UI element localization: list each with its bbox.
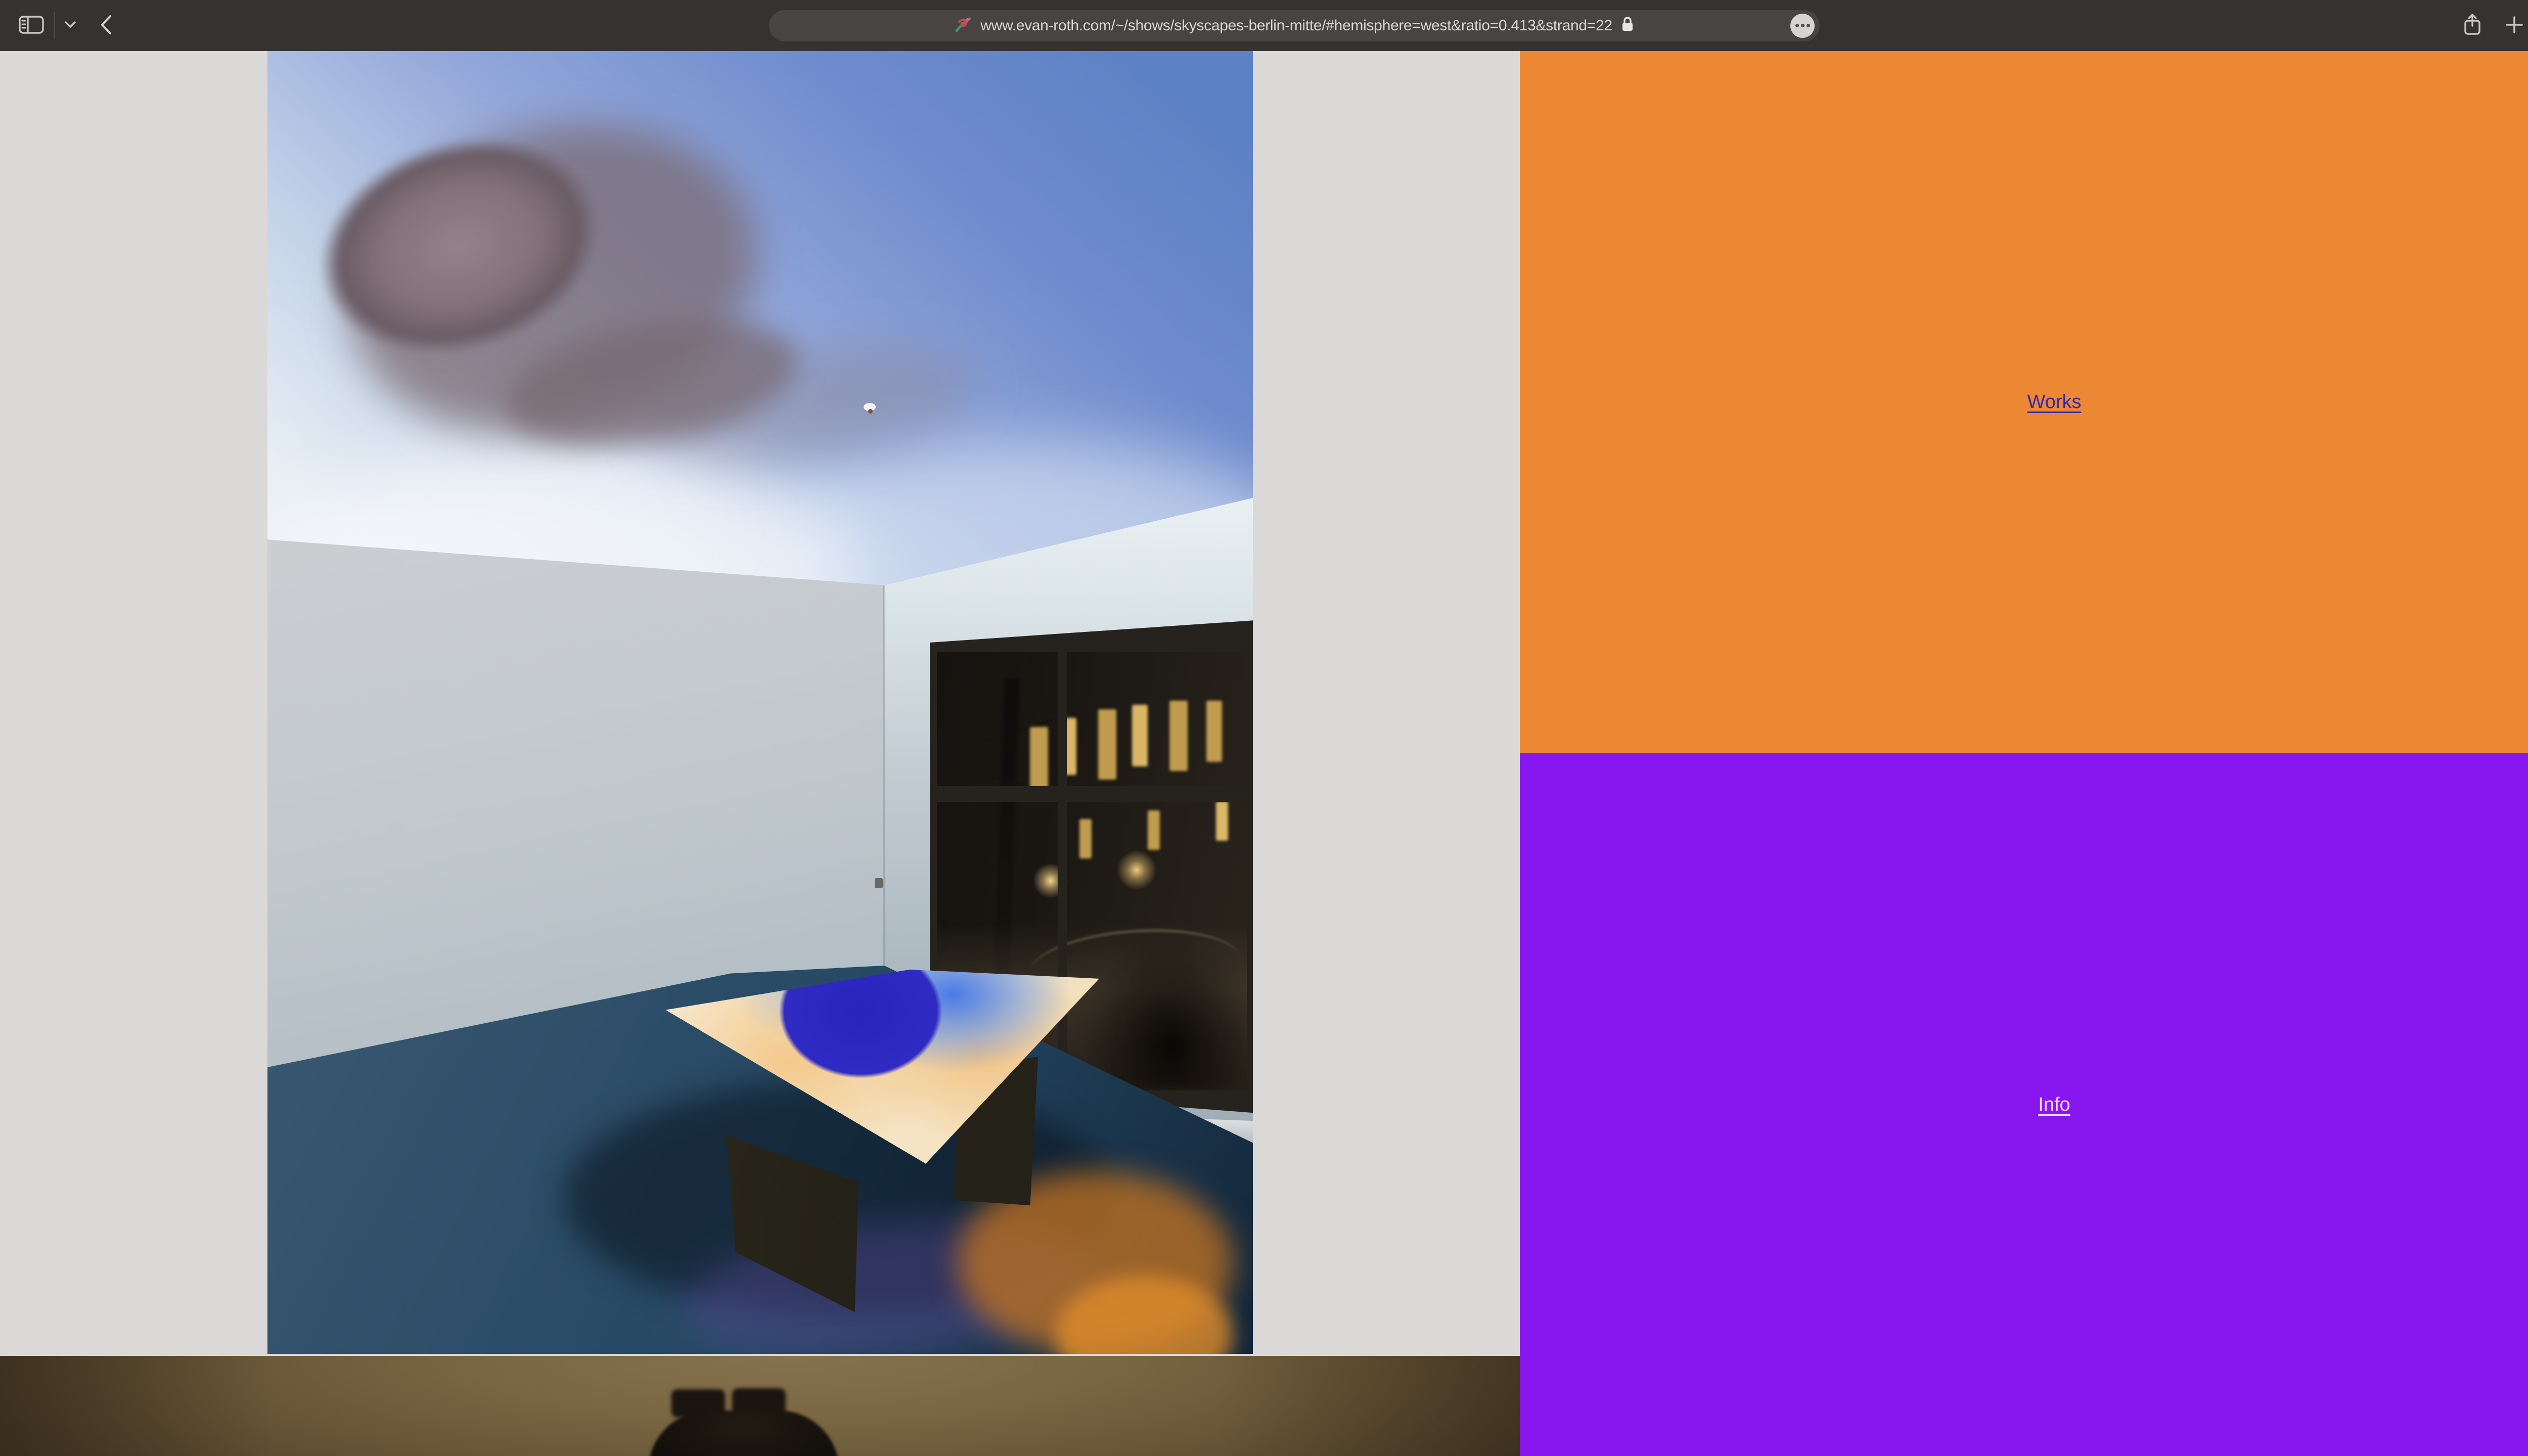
gallery-photo-dark-room bbox=[0, 1356, 1520, 1456]
gallery-photo-room bbox=[267, 51, 1253, 1354]
sidebar-toggle-button[interactable] bbox=[18, 15, 44, 36]
works-link[interactable]: Works bbox=[2027, 391, 2082, 413]
toolbar-divider bbox=[54, 12, 55, 39]
lock-icon bbox=[1620, 16, 1635, 35]
address-bar[interactable]: www.evan-roth.com/~/shows/skyscapes-berl… bbox=[769, 10, 1820, 41]
share-icon bbox=[2462, 13, 2482, 38]
page-more-button[interactable] bbox=[1790, 14, 1815, 38]
sidebar-toggle-icon bbox=[18, 15, 44, 36]
street-lamp-glow bbox=[1116, 850, 1157, 890]
ellipsis-icon bbox=[1795, 24, 1799, 27]
info-link[interactable]: Info bbox=[2038, 1094, 2070, 1116]
chevron-down-icon bbox=[64, 21, 76, 30]
new-tab-button[interactable] bbox=[2505, 15, 2524, 36]
window-mullion bbox=[1058, 652, 1067, 1090]
gallery-column bbox=[0, 51, 1520, 1456]
sidebar-chevron-button[interactable] bbox=[64, 21, 76, 30]
share-button[interactable] bbox=[2462, 13, 2482, 38]
info-section: Info bbox=[1520, 753, 2528, 1456]
window-mullion bbox=[937, 786, 1247, 802]
site-favicon bbox=[954, 15, 972, 36]
paraglider-shape bbox=[864, 403, 877, 414]
nav-column: Works Info bbox=[1520, 51, 2528, 1456]
lit-building-window bbox=[1030, 727, 1049, 788]
works-section: Works bbox=[1520, 51, 2528, 753]
plus-icon bbox=[2505, 15, 2524, 36]
chevron-left-icon bbox=[99, 14, 113, 37]
url-text: www.evan-roth.com/~/shows/skyscapes-berl… bbox=[980, 17, 1612, 34]
browser-toolbar: www.evan-roth.com/~/shows/skyscapes-berl… bbox=[0, 0, 2528, 51]
bicycle-silhouette bbox=[1086, 942, 1247, 1091]
wall-socket bbox=[875, 878, 883, 888]
back-button[interactable] bbox=[99, 14, 113, 37]
room-corner bbox=[883, 585, 885, 1028]
page-content: Works Info bbox=[0, 51, 2528, 1456]
